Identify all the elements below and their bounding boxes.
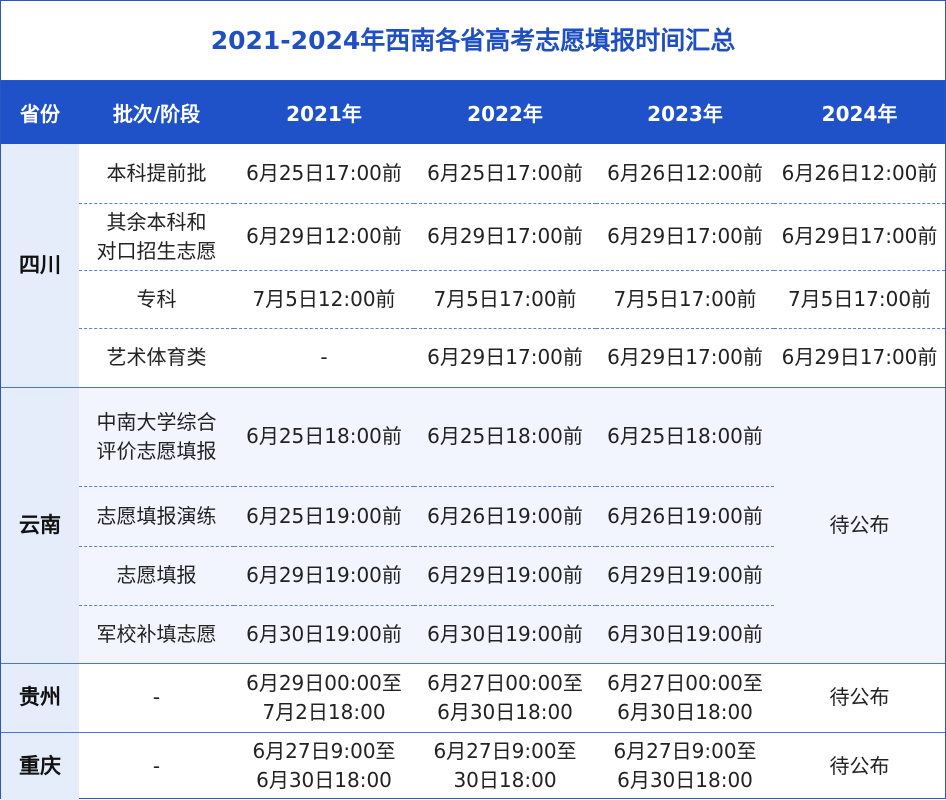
time-end: 6月30日18:00 bbox=[617, 699, 753, 724]
table-row: 四川 本科提前批 6月25日17:00前 6月25日17:00前 6月26日12… bbox=[1, 144, 945, 387]
batch-cell: 中南大学综合 评价志愿填报 bbox=[79, 386, 234, 486]
table-row: 其余本科和 对口招生志愿 6月29日12:00前 6月29日17:00前 6月2… bbox=[1, 202, 945, 270]
batch-cell: - bbox=[79, 662, 234, 732]
header-row: 省份 批次/阶段 2021年 2022年 2023年 2024年 bbox=[1, 81, 945, 144]
cell-2023: 6月27日9:00至 6月30日18:00 bbox=[596, 731, 774, 800]
cell-2021: 6月30日19:00前 bbox=[234, 604, 414, 663]
cell-2024-pending: 待公布 bbox=[774, 662, 945, 732]
cell-2023: 6月29日19:00前 bbox=[596, 545, 774, 605]
table-row: 专科 7月5日12:00前 7月5日17:00前 7月5日17:00前 7月5日… bbox=[1, 269, 945, 328]
batch-line: 对口招生志愿 bbox=[96, 238, 217, 263]
header-2023: 2023年 bbox=[596, 81, 774, 144]
cell-2022: 6月29日17:00前 bbox=[414, 327, 596, 387]
batch-line: 其余本科和 bbox=[106, 209, 207, 234]
batch-cell: - bbox=[79, 731, 234, 800]
province-chongqing: 重庆 bbox=[1, 731, 79, 800]
cell-2023: 6月27日00:00至 6月30日18:00 bbox=[596, 662, 774, 732]
cell-2022: 6月29日17:00前 bbox=[414, 202, 596, 270]
table-row: 贵州 - 6月29日00:00至 7月2日18:00 6月27日00:00至 6… bbox=[1, 662, 945, 732]
cell-2021: 6月25日19:00前 bbox=[234, 485, 414, 546]
province-sichuan: 四川 bbox=[1, 144, 79, 387]
time-start: 6月27日00:00至 bbox=[607, 670, 763, 695]
cell-2021: 6月27日9:00至 6月30日18:00 bbox=[234, 731, 414, 800]
time-start: 6月29日00:00至 bbox=[246, 670, 402, 695]
cell-2022: 6月27日9:00至 30日18:00 bbox=[414, 731, 596, 800]
time-end: 6月30日18:00 bbox=[437, 699, 573, 724]
time-end: 6月30日18:00 bbox=[617, 768, 753, 793]
cell-2023: 6月26日19:00前 bbox=[596, 485, 774, 546]
table-row: 重庆 - 6月27日9:00至 6月30日18:00 6月27日9:00至 30… bbox=[1, 731, 945, 800]
cell-2021: 6月25日17:00前 bbox=[246, 160, 402, 185]
cell-2023: 6月30日19:00前 bbox=[596, 604, 774, 663]
cell-2023: 7月5日17:00前 bbox=[596, 269, 774, 328]
cell-2021: 6月29日12:00前 bbox=[234, 202, 414, 270]
batch-line: 评价志愿填报 bbox=[96, 438, 217, 463]
batch-cell: 本科提前批 bbox=[106, 160, 207, 185]
time-start: 6月27日9:00至 bbox=[252, 739, 396, 764]
cell-2021: 6月29日19:00前 bbox=[234, 545, 414, 605]
cell-2023: 6月29日17:00前 bbox=[596, 202, 774, 270]
batch-cell: 其余本科和 对口招生志愿 bbox=[79, 202, 234, 270]
time-start: 6月27日9:00至 bbox=[613, 739, 757, 764]
cell-2021: 7月5日12:00前 bbox=[234, 269, 414, 328]
header-2022: 2022年 bbox=[414, 81, 596, 144]
cell-2023: 6月25日18:00前 bbox=[596, 386, 774, 486]
schedule-table: 省份 批次/阶段 2021年 2022年 2023年 2024年 四川 本科提前… bbox=[1, 81, 945, 800]
cell-2024: 6月29日17:00前 bbox=[774, 327, 945, 387]
time-start: 6月27日9:00至 bbox=[433, 739, 577, 764]
table-row: 云南 中南大学综合 评价志愿填报 6月25日18:00前 6月25日18:00前… bbox=[1, 386, 945, 663]
cell-2024: 7月5日17:00前 bbox=[774, 269, 945, 328]
cell-2024: 6月26日12:00前 bbox=[781, 160, 938, 185]
cell-2022: 6月30日19:00前 bbox=[414, 604, 596, 663]
cell-2022: 6月25日17:00前 bbox=[427, 160, 583, 185]
cell-2021: 6月29日00:00至 7月2日18:00 bbox=[234, 662, 414, 732]
cell-2024-pending: 待公布 bbox=[774, 731, 945, 800]
time-end: 6月30日18:00 bbox=[256, 768, 392, 793]
batch-cell: 志愿填报演练 bbox=[79, 485, 234, 546]
province-yunnan: 云南 bbox=[1, 386, 79, 663]
batch-cell: 专科 bbox=[79, 269, 234, 328]
cell-2024: 6月29日17:00前 bbox=[774, 202, 945, 270]
summary-frame: 2021-2024年西南各省高考志愿填报时间汇总 省份 批次/阶段 2021年 … bbox=[0, 0, 946, 800]
province-guizhou: 贵州 bbox=[1, 662, 79, 732]
cell-2023: 6月26日12:00前 bbox=[607, 160, 763, 185]
time-start: 6月27日00:00至 bbox=[427, 670, 583, 695]
batch-line: 中南大学综合 bbox=[96, 409, 217, 434]
batch-cell: 志愿填报 bbox=[79, 545, 234, 605]
header-2024: 2024年 bbox=[774, 81, 945, 144]
batch-cell: 艺术体育类 bbox=[79, 327, 234, 387]
time-end: 7月2日18:00 bbox=[262, 699, 386, 724]
header-province: 省份 bbox=[1, 81, 79, 144]
cell-2024-pending: 待公布 bbox=[774, 386, 945, 663]
time-end: 30日18:00 bbox=[453, 768, 557, 793]
batch-cell: 军校补填志愿 bbox=[79, 604, 234, 663]
cell-2022: 6月27日00:00至 6月30日18:00 bbox=[414, 662, 596, 732]
page-title: 2021-2024年西南各省高考志愿填报时间汇总 bbox=[1, 1, 945, 81]
cell-2023: 6月29日17:00前 bbox=[596, 327, 774, 387]
cell-2022: 6月26日19:00前 bbox=[414, 485, 596, 546]
cell-2022: 6月29日19:00前 bbox=[414, 545, 596, 605]
cell-2022: 6月25日18:00前 bbox=[414, 386, 596, 486]
cell-2021: - bbox=[234, 327, 414, 387]
header-2021: 2021年 bbox=[234, 81, 414, 144]
cell-2021: 6月25日18:00前 bbox=[234, 386, 414, 486]
table-row: 艺术体育类 - 6月29日17:00前 6月29日17:00前 6月29日17:… bbox=[1, 327, 945, 387]
header-batch: 批次/阶段 bbox=[79, 81, 234, 144]
cell-2022: 7月5日17:00前 bbox=[414, 269, 596, 328]
